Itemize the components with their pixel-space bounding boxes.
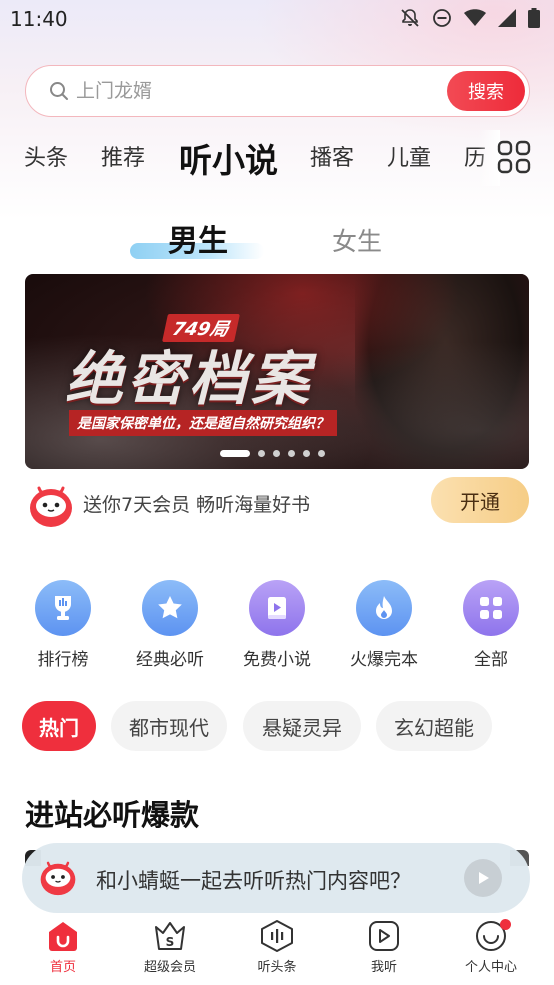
chip-suspense[interactable]: 悬疑灵异 [243, 701, 361, 751]
floating-prompt-text: 和小蜻蜓一起去听听热门内容吧？ [96, 869, 411, 893]
book-icon [249, 580, 305, 636]
shortcut-label: 免费小说 [243, 650, 311, 670]
search-icon [50, 82, 68, 100]
play-button[interactable] [464, 859, 502, 897]
vip-open-button[interactable]: 开通 [431, 477, 529, 523]
pagination-dot-active [220, 450, 250, 457]
shortcut-free-novels[interactable]: 免费小说 [227, 580, 327, 670]
tab-children[interactable]: 儿童 [387, 140, 431, 172]
shortcut-all[interactable]: 全部 [441, 580, 541, 670]
nav-label: 我听 [370, 960, 397, 975]
gender-tab-female[interactable]: 女生 [332, 222, 382, 258]
tab-headlines[interactable]: 头条 [24, 140, 68, 172]
flame-icon [356, 580, 412, 636]
shortcut-label: 经典必听 [136, 650, 204, 670]
svg-text:S: S [166, 935, 175, 949]
section-title: 进站必听爆款 [25, 798, 200, 832]
chip-fantasy[interactable]: 玄幻超能 [376, 701, 492, 751]
tab-recommended[interactable]: 推荐 [101, 140, 145, 172]
pagination-dot [288, 450, 295, 457]
pagination-dot [273, 450, 280, 457]
banner-title: 绝密档案 [65, 345, 314, 413]
floating-prompt[interactable]: 和小蜻蜓一起去听听热门内容吧？ [22, 843, 530, 913]
nav-super-vip[interactable]: S 超级会员 [120, 919, 220, 983]
grid-icon [463, 580, 519, 636]
nav-home[interactable]: 首页 [13, 919, 113, 983]
bottom-navigation: 首页 S 超级会员 听头条 我听 个人中心 [0, 915, 554, 985]
nav-label: 个人中心 [464, 960, 517, 975]
mascot-icon [30, 486, 72, 527]
nav-audio-headlines[interactable]: 听头条 [227, 919, 327, 983]
banner-pagination [220, 450, 325, 457]
tab-novels[interactable]: 听小说 [179, 134, 278, 186]
pagination-dot [318, 450, 325, 457]
shortcut-classics[interactable]: 经典必听 [120, 580, 220, 670]
pagination-dot [303, 450, 310, 457]
nav-profile[interactable]: 个人中心 [441, 919, 541, 983]
notification-badge [500, 919, 511, 930]
status-bar: 11:40 [0, 0, 554, 38]
pagination-dot [258, 450, 265, 457]
audio-headline-icon [261, 920, 293, 952]
signal-icon [498, 9, 516, 27]
tab-podcasts[interactable]: 播客 [310, 140, 354, 172]
search-button[interactable]: 搜索 [447, 71, 525, 111]
shortcut-ranking[interactable]: 排行榜 [13, 580, 113, 670]
nav-label: 超级会员 [143, 960, 196, 975]
category-tabs: 头条 推荐 听小说 播客 儿童 历 [0, 130, 554, 186]
nav-my-listening[interactable]: 我听 [334, 919, 434, 983]
nav-label: 首页 [49, 960, 76, 975]
chip-urban[interactable]: 都市现代 [111, 701, 227, 751]
trophy-icon [35, 580, 91, 636]
star-icon [142, 580, 198, 636]
play-icon [479, 872, 489, 884]
notifications-off-icon [401, 9, 419, 27]
shortcut-label: 火爆完本 [350, 650, 418, 670]
search-bar[interactable]: 搜索 [25, 65, 530, 117]
mascot-icon [40, 861, 76, 896]
search-input[interactable] [76, 76, 456, 106]
home-icon [49, 922, 77, 951]
vip-crown-icon: S [155, 922, 185, 950]
shortcut-hot-completed[interactable]: 火爆完本 [334, 580, 434, 670]
play-square-icon [369, 921, 399, 951]
shortcut-label: 排行榜 [37, 650, 89, 670]
chip-hot[interactable]: 热门 [22, 701, 96, 751]
nav-label: 听头条 [257, 960, 297, 975]
shortcut-label: 全部 [474, 650, 508, 670]
grid-menu-icon[interactable] [497, 140, 531, 174]
battery-icon [528, 8, 540, 28]
status-time: 11:40 [10, 7, 68, 31]
gender-tab-male[interactable]: 男生 [168, 216, 228, 260]
status-icons [400, 8, 540, 28]
wifi-icon [464, 9, 486, 26]
vip-promo: 送你7天会员 畅听海量好书 开通 [25, 476, 529, 528]
promo-banner[interactable]: 749局 绝密档案 是国家保密单位，还是超自然研究组织？ [25, 274, 529, 469]
do-not-disturb-icon [433, 9, 451, 27]
vip-promo-text: 送你7天会员 畅听海量好书 [83, 494, 311, 516]
banner-subtitle: 是国家保密单位，还是超自然研究组织？ [69, 410, 337, 436]
